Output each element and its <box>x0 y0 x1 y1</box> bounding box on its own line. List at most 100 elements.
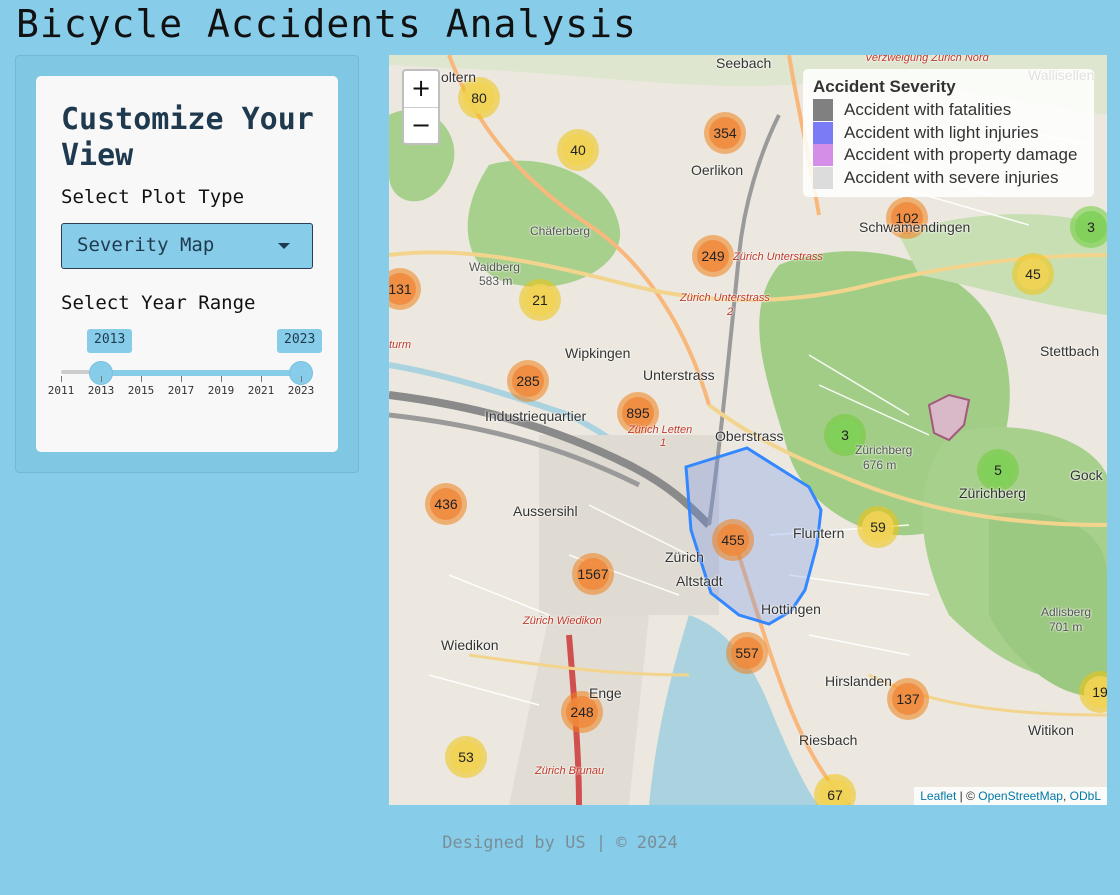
zoom-out-button[interactable]: − <box>404 107 438 143</box>
place-label: Aussersihl <box>513 503 578 519</box>
place-label: Zürich Unterstrass <box>680 292 770 304</box>
place-label: Wiedikon <box>441 637 499 653</box>
place-label: Unterstrass <box>643 367 715 383</box>
year-range-label: Select Year Range <box>61 292 256 314</box>
cluster-marker[interactable]: 436 <box>425 483 467 525</box>
place-label: Stettbach <box>1040 343 1100 359</box>
odbl-link[interactable]: ODbL <box>1070 789 1101 803</box>
cluster-count: 3 <box>1075 211 1107 243</box>
slider-tick-label: 2023 <box>287 384 315 397</box>
legend-label: Accident with property damage <box>844 145 1078 165</box>
cluster-marker[interactable]: 137 <box>887 678 929 720</box>
cluster-marker[interactable]: 21 <box>519 279 561 321</box>
cluster-marker[interactable]: 59 <box>857 506 899 548</box>
footer: Designed by US | © 2024 <box>442 833 678 853</box>
cluster-marker[interactable]: 557 <box>726 632 768 674</box>
place-label: Oerlikon <box>691 162 744 178</box>
legend-swatch <box>813 166 833 189</box>
place-label: Witikon <box>1028 722 1074 738</box>
slider-tick-label: 2021 <box>247 384 275 397</box>
attribution-separator: | © <box>956 789 979 803</box>
zoom-control: + − <box>402 69 440 145</box>
place-label: Zürich Wiedikon <box>523 615 602 627</box>
place-label: Waidberg <box>469 260 520 274</box>
place-label: Industriequartier <box>485 408 587 424</box>
place-label: oltern <box>441 69 477 85</box>
place-label: 701 m <box>1049 620 1083 634</box>
place-label: Zürich Letten <box>628 424 693 436</box>
leaflet-link[interactable]: Leaflet <box>920 789 956 803</box>
place-label: Zürich Unterstrass <box>733 251 823 263</box>
cluster-marker[interactable]: 40 <box>557 129 599 171</box>
plot-type-select[interactable]: Severity Map <box>61 223 313 269</box>
place-label: turm <box>389 339 411 351</box>
cluster-marker[interactable]: 285 <box>507 360 549 402</box>
slider-tick-label: 2019 <box>207 384 235 397</box>
cluster-count: 455 <box>717 524 749 556</box>
slider-tick-mark <box>101 376 102 382</box>
zoom-in-button[interactable]: + <box>404 71 438 107</box>
slider-tick-mark <box>261 376 262 382</box>
place-label: Oberstrass <box>715 428 784 444</box>
place-label: Riesbach <box>799 732 858 748</box>
attribution-comma: , <box>1062 789 1070 803</box>
cluster-marker[interactable]: 249 <box>692 235 734 277</box>
cluster-marker[interactable]: 354 <box>704 112 746 154</box>
legend-title: Accident Severity <box>813 77 956 96</box>
legend-label: Accident with fatalities <box>844 100 1012 120</box>
cluster-count: 354 <box>709 117 741 149</box>
slider-from-badge: 2013 <box>87 329 133 353</box>
slider-tick-mark <box>221 376 222 382</box>
cluster-count: 131 <box>389 273 416 305</box>
cluster-marker[interactable]: 3 <box>1070 206 1107 248</box>
place-label: 1 <box>660 437 667 449</box>
cluster-count: 557 <box>731 637 763 669</box>
legend-label: Accident with severe injuries <box>844 167 1059 187</box>
place-label: Hirslanden <box>825 673 892 689</box>
cluster-marker[interactable]: 53 <box>445 736 487 778</box>
severity-legend: Accident Severity Accident with fataliti… <box>803 69 1094 197</box>
legend-swatch <box>813 121 833 144</box>
slider-tick-mark <box>61 376 62 382</box>
slider-tick-label: 2015 <box>127 384 155 397</box>
chevron-down-icon <box>278 243 290 249</box>
place-label: Gock <box>1070 467 1103 483</box>
slider-tick-mark <box>141 376 142 382</box>
place-label: Wipkingen <box>565 345 631 361</box>
place-label: Fluntern <box>793 525 845 541</box>
plot-type-label: Select Plot Type <box>61 186 245 208</box>
place-label: Enge <box>589 685 622 701</box>
legend-swatch <box>813 99 833 122</box>
map-attribution: Leaflet | © OpenStreetMap, ODbL <box>914 787 1107 805</box>
map-view[interactable]: 80 40 354 102 3 249 45 131 21 285 895 3 5 436 455 59 156… <box>389 55 1107 805</box>
legend-label: Accident with light injuries <box>844 122 1039 142</box>
cluster-count: 21 <box>524 284 556 316</box>
osm-link[interactable]: OpenStreetMap <box>978 789 1063 803</box>
cluster-count: 137 <box>892 683 924 715</box>
cluster-count: 1567 <box>577 558 609 590</box>
slider-tick-mark <box>181 376 182 382</box>
cluster-count: 249 <box>697 240 729 272</box>
cluster-marker[interactable]: 1567 <box>572 553 614 595</box>
place-label: 583 m <box>479 274 513 288</box>
slider-tick-label: 2011 <box>47 384 75 397</box>
cluster-count: 59 <box>862 511 894 543</box>
legend-item: Accident with property damage <box>813 144 1084 167</box>
place-label: Zürichberg <box>959 485 1026 501</box>
cluster-count: 67 <box>819 779 851 805</box>
place-label: Zürichberg <box>855 443 913 457</box>
place-label: Schwamendingen <box>859 219 971 235</box>
slider-tick-mark <box>301 376 302 382</box>
cluster-count: 53 <box>450 741 482 773</box>
cluster-marker[interactable]: 455 <box>712 519 754 561</box>
place-label: Zürich Brunau <box>535 765 605 777</box>
slider-tick-label: 2017 <box>167 384 195 397</box>
legend-swatch <box>813 144 833 167</box>
slider-tick-label: 2013 <box>87 384 115 397</box>
place-label: Zürich <box>665 549 704 565</box>
legend-item: Accident with light injuries <box>813 121 1084 145</box>
place-label: 676 m <box>863 458 897 472</box>
cluster-marker[interactable]: 45 <box>1012 253 1054 295</box>
plot-type-value: Severity Map <box>77 234 215 256</box>
cluster-count: 19 <box>1084 676 1107 708</box>
